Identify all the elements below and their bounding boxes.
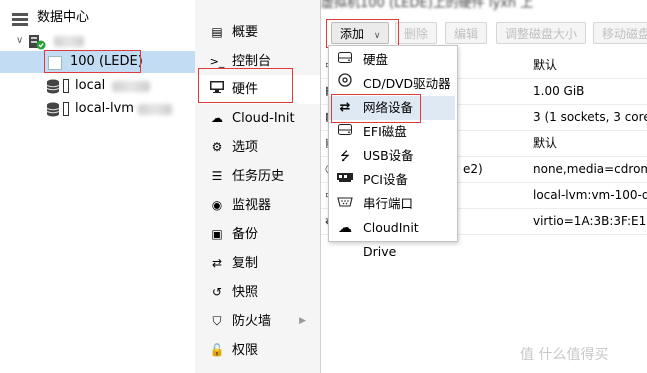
cdrom-icon [337, 72, 353, 96]
exchange-icon: ⇄ [339, 100, 351, 115]
chevron-down-icon[interactable]: ∨ [16, 30, 23, 52]
tree-datacenter[interactable]: 数据中心 [0, 7, 195, 29]
cloud-icon: ☁ [338, 220, 352, 236]
menu-item-cd-dvd[interactable]: CD/DVD驱动器 [329, 72, 455, 96]
edit-button[interactable]: 编辑 [445, 22, 488, 44]
menu-item-cloudinit-drive[interactable]: ☁ CloudInit Drive [329, 216, 455, 259]
storage-lvm-redacted [138, 104, 172, 115]
eye-icon: ◉ [211, 198, 223, 212]
hdd-icon [337, 120, 353, 144]
serial-icon [337, 192, 353, 216]
history-icon: ↺ [211, 285, 223, 299]
vm-nav-panel: ▤ 概要 >_ 控制台 硬件 ☁ Cloud-Init ⚙ 选项 ☰ 任务历史 … [195, 0, 321, 373]
storage-label-local-lvm: local-lvm [75, 101, 134, 116]
usb-icon: ⭍ [340, 149, 350, 163]
watermark-text: 值 什么值得买 [520, 347, 609, 363]
nav-options[interactable]: ⚙ 选项 [195, 133, 320, 162]
nav-console[interactable]: >_ 控制台 [195, 47, 320, 76]
desktop-icon [209, 75, 225, 104]
delete-button[interactable]: 删除 [395, 22, 438, 44]
menu-item-hard-disk[interactable]: 硬盘 [329, 48, 455, 72]
menu-item-serial-port[interactable]: 串行端口 [329, 192, 455, 216]
shield-icon: ⛉ [212, 314, 222, 328]
nav-cloud-init[interactable]: ☁ Cloud-Init [195, 104, 320, 133]
book-icon: ▤ [211, 25, 223, 39]
chevron-right-icon: ▶ [299, 316, 306, 326]
nav-monitor[interactable]: ◉ 监视器 [195, 191, 320, 220]
storage-status-icon [63, 79, 69, 93]
add-button[interactable]: 添加 ∨ [331, 22, 390, 44]
menu-item-efi-disk[interactable]: EFI磁盘 [329, 120, 455, 144]
datacenter-label: 数据中心 [37, 10, 90, 25]
move-disk-button[interactable]: 移动磁盘 [593, 22, 647, 44]
tree-vm-100[interactable]: 100 (LEDE) [0, 51, 195, 73]
pci-icon [337, 168, 353, 192]
storage-local-redacted [112, 81, 150, 92]
nav-snapshots[interactable]: ↺ 快照 [195, 278, 320, 307]
storage-label-local: local [75, 78, 106, 93]
nav-firewall[interactable]: ⛉ 防火墙 ▶ [195, 307, 320, 336]
terminal-icon: >_ [209, 55, 225, 68]
nav-permissions[interactable]: 🔓 权限 [195, 336, 320, 365]
chevron-down-icon: ∨ [373, 31, 381, 41]
nav-task-history[interactable]: ☰ 任务历史 [195, 162, 320, 191]
resource-tree: 数据中心 ∨ 100 (LEDE) local local-lvm [0, 0, 196, 373]
tree-node[interactable]: ∨ [0, 30, 195, 52]
nav-hardware[interactable]: 硬件 [195, 75, 320, 104]
nav-summary[interactable]: ▤ 概要 [195, 18, 320, 47]
menu-item-usb-device[interactable]: ⭍ USB设备 [329, 144, 455, 168]
unlock-icon: 🔓 [209, 343, 225, 357]
nav-backup[interactable]: ▣ 备份 [195, 220, 320, 249]
cloud-icon: ☁ [211, 111, 223, 125]
tree-storage-local-lvm[interactable]: local-lvm [0, 98, 195, 120]
vm-label: 100 (LEDE) [70, 54, 143, 69]
panel-title-redacted: 虚拟机100 (LEDE)上的硬件 lyxh 上 [321, 0, 534, 10]
gear-icon: ⚙ [211, 140, 223, 154]
vm-icon [48, 56, 62, 70]
menu-item-network-device[interactable]: ⇄ 网络设备 [329, 96, 455, 120]
tree-storage-local[interactable]: local [0, 75, 195, 97]
floppy-icon: ▣ [211, 227, 223, 241]
menu-item-pci-device[interactable]: PCI设备 [329, 168, 455, 192]
retweet-icon: ⇄ [211, 256, 223, 270]
node-name-redacted [54, 36, 84, 47]
add-dropdown-menu: 硬盘 CD/DVD驱动器 ⇄ 网络设备 EFI磁盘 ⭍ USB设备 PCI设备 … [328, 45, 458, 259]
hdd-icon [337, 48, 353, 72]
database-icon [46, 102, 60, 125]
list-icon: ☰ [211, 169, 223, 183]
resize-disk-button[interactable]: 调整磁盘大小 [496, 22, 587, 44]
storage-status-icon [63, 102, 69, 116]
nav-replication[interactable]: ⇄ 复制 [195, 249, 320, 278]
